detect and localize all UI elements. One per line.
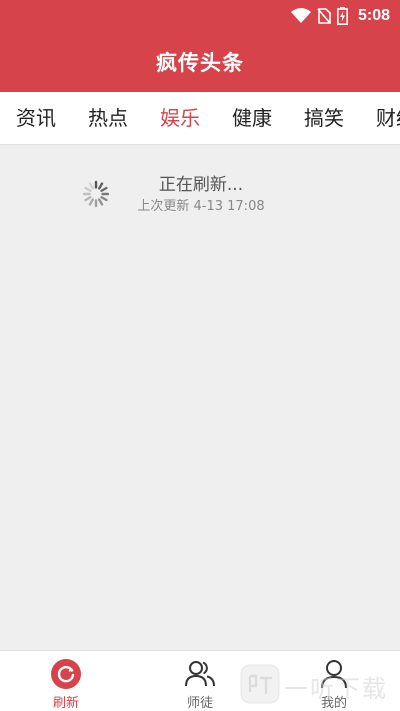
watermark-logo-icon (240, 664, 280, 708)
page-title: 疯传头条 (156, 51, 244, 75)
refresh-icon (50, 658, 82, 690)
status-time: 5:08 (357, 7, 390, 24)
status-bar: 5:08 (0, 0, 400, 32)
users-icon (184, 658, 216, 690)
no-sim-icon (317, 8, 331, 24)
nav-refresh-label: 刷新 (52, 696, 79, 711)
watermark-text: 一听下载 (284, 674, 388, 703)
loading-spinner-icon (82, 180, 110, 208)
tab-finance[interactable]: 财经 (360, 92, 400, 144)
nav-mentor-label: 师徒 (186, 696, 213, 711)
watermark: 一听下载 (240, 664, 388, 708)
battery-charging-icon (336, 7, 348, 25)
app-bar: 疯传头条 (0, 32, 400, 92)
wifi-icon (290, 8, 311, 24)
last-updated-text: 上次更新 4-13 17:08 (137, 199, 265, 214)
refresh-indicator: 正在刷新... 上次更新 4-13 17:08 (126, 173, 276, 216)
tab-entertainment[interactable]: 娱乐 (144, 92, 216, 144)
nav-refresh[interactable]: 刷新 (11, 651, 121, 711)
tab-news[interactable]: 资讯 (0, 92, 72, 144)
category-tabs[interactable]: 资讯 热点 娱乐 健康 搞笑 财经 (0, 92, 400, 145)
tab-health[interactable]: 健康 (216, 92, 288, 144)
refresh-status-text: 正在刷新... (158, 175, 244, 195)
tab-funny[interactable]: 搞笑 (288, 92, 360, 144)
tab-hot[interactable]: 热点 (72, 92, 144, 144)
news-feed[interactable]: 正在刷新... 上次更新 4-13 17:08 (0, 145, 400, 650)
nav-mentor[interactable]: 师徒 (145, 651, 255, 711)
